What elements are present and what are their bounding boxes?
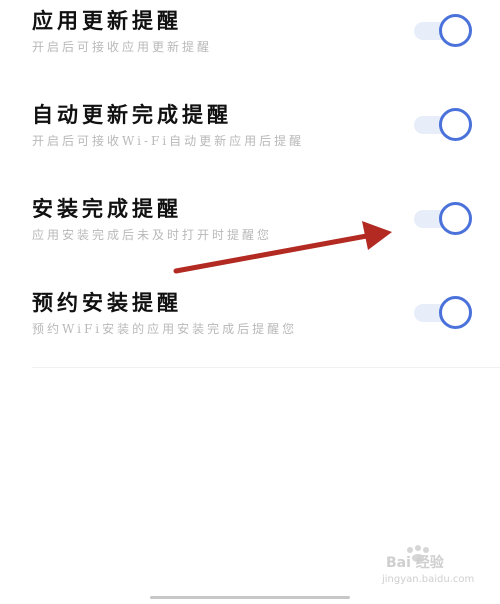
toggle-knob [439,108,472,141]
watermark-url: jingyan.baidu.com [382,574,475,585]
setting-description: 预约WiFi安装的应用安装完成后提醒您 [32,322,298,336]
setting-row-app-update[interactable]: 应用更新提醒 开启后可接收应用更新提醒 [0,5,500,65]
list-divider [32,367,500,368]
setting-title: 应用更新提醒 [32,8,182,33]
setting-title: 预约安装提醒 [32,290,182,315]
toggle-knob [439,296,472,329]
toggle-knob [439,14,472,47]
setting-description: 开启后可接收应用更新提醒 [32,40,213,54]
setting-title: 自动更新完成提醒 [32,102,232,127]
install-complete-toggle[interactable] [414,200,472,236]
watermark-brand: Bai 经验 [386,555,444,571]
setting-row-install-complete[interactable]: 安装完成提醒 应用安装完成后未及时打开时提醒您 [0,193,500,253]
setting-description: 开启后可接收Wi-Fi自动更新应用后提醒 [32,134,305,148]
scheduled-install-toggle[interactable] [414,294,472,330]
setting-row-auto-update-complete[interactable]: 自动更新完成提醒 开启后可接收Wi-Fi自动更新应用后提醒 [0,99,500,159]
setting-row-scheduled-install[interactable]: 预约安装提醒 预约WiFi安装的应用安装完成后提醒您 [0,287,500,347]
setting-description: 应用安装完成后未及时打开时提醒您 [32,228,273,242]
app-update-toggle[interactable] [414,12,472,48]
watermark: Bai 经验 jingyan.baidu.com [378,544,498,600]
toggle-knob [439,202,472,235]
home-indicator[interactable] [150,596,350,599]
setting-title: 安装完成提醒 [32,196,182,221]
auto-update-complete-toggle[interactable] [414,106,472,142]
